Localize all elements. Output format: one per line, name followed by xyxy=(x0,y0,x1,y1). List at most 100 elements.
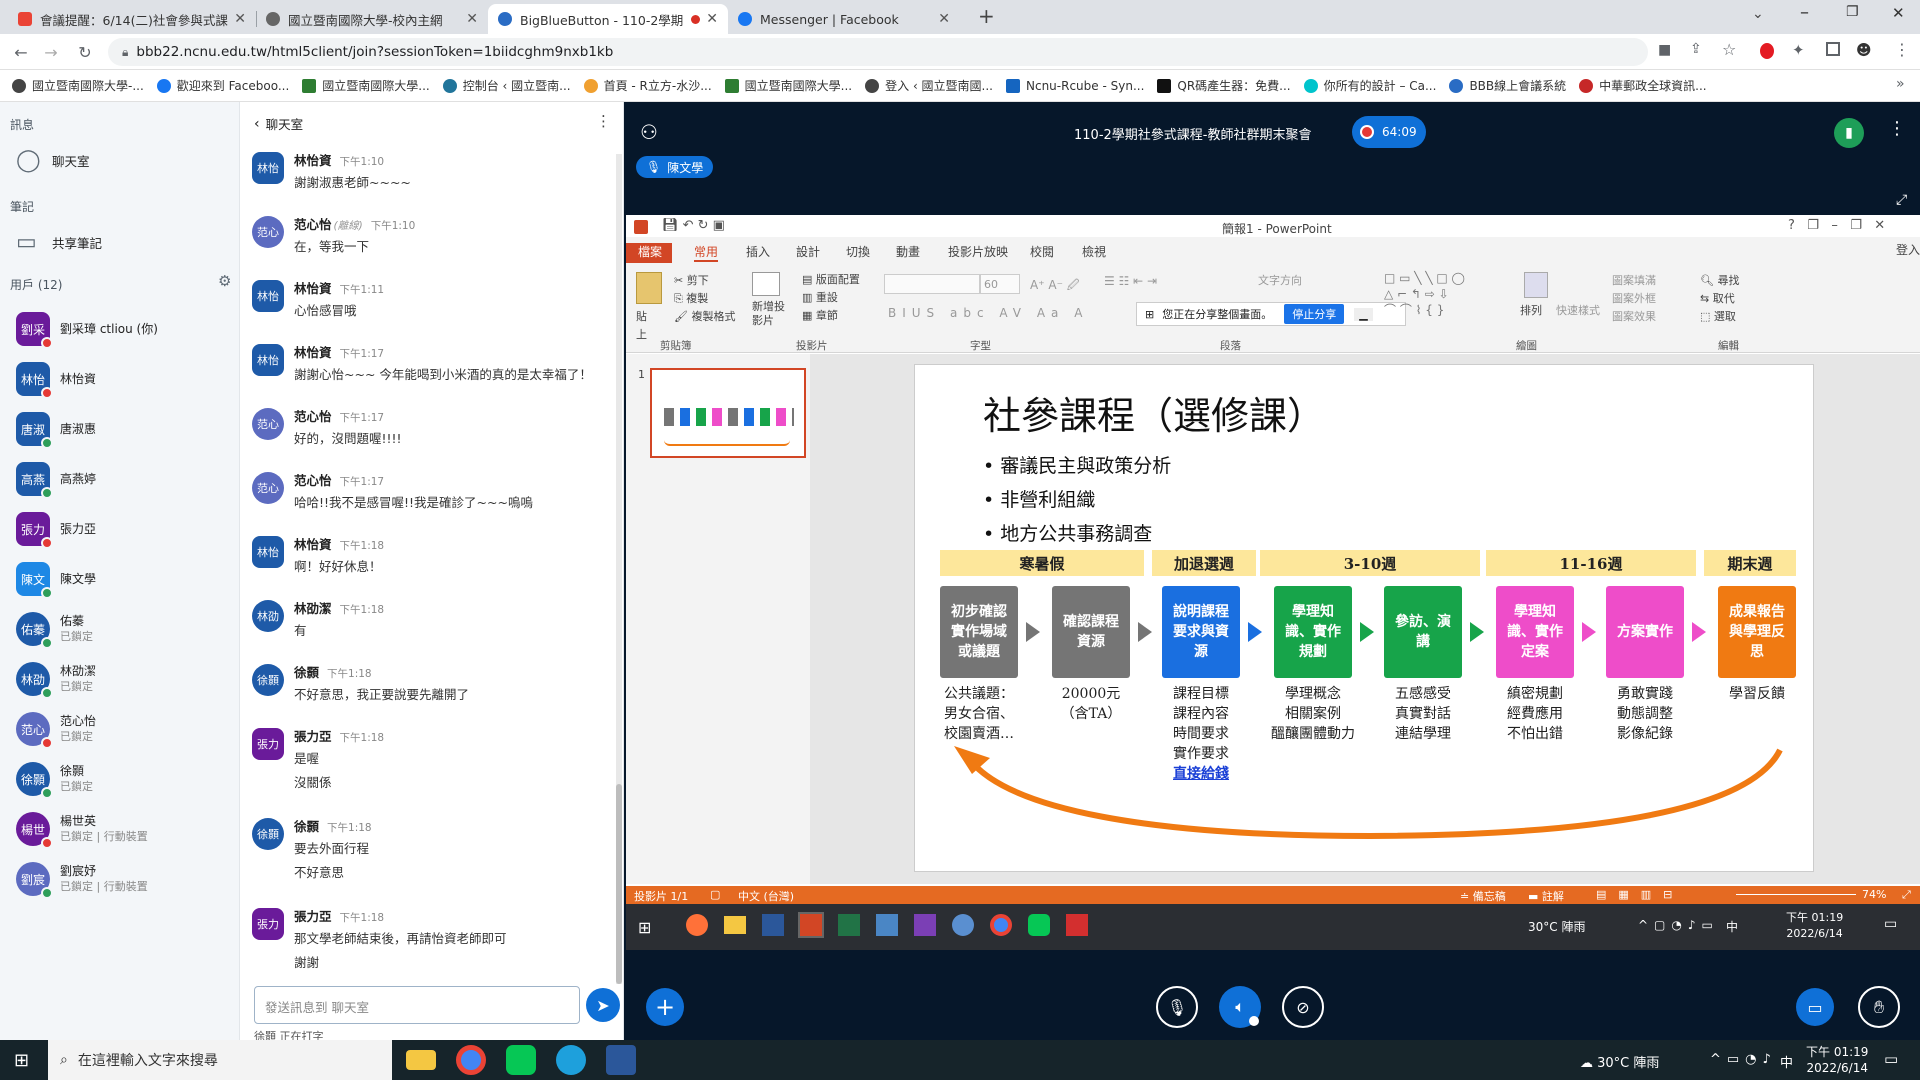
camera-button[interactable]: ⊘ xyxy=(1282,986,1324,1028)
system-tray-icons[interactable]: ^▭◔♪ xyxy=(1710,1052,1777,1067)
user-list-item[interactable]: 陳文 陳文學 xyxy=(16,562,236,599)
user-list-item[interactable]: 高燕 高燕婷 xyxy=(16,462,236,499)
connection-status-icon[interactable]: ▮ xyxy=(1834,118,1864,148)
text-direction-button[interactable]: 文字方向 xyxy=(1258,272,1302,288)
close-tab-icon[interactable]: ✕ xyxy=(466,11,478,27)
minimize-notice-button[interactable]: ▁ xyxy=(1354,307,1373,321)
bookmark-item[interactable]: 登入 ‹ 國立暨南國... xyxy=(865,77,993,94)
internet-explorer-icon[interactable] xyxy=(556,1045,586,1075)
meeting-options-icon[interactable]: ⋮ xyxy=(1888,118,1906,139)
bookmark-item[interactable]: 你所有的設計 – Ca... xyxy=(1303,77,1436,94)
raise-hand-button[interactable]: ✋︎ xyxy=(1858,986,1900,1028)
chrome-taskbar-icon[interactable] xyxy=(456,1045,486,1075)
bookmark-item[interactable]: 國立暨南國際大學... xyxy=(724,77,852,94)
file-explorer-icon[interactable] xyxy=(406,1050,436,1070)
bookmark-item[interactable]: 國立暨南國際大學-... xyxy=(12,77,144,94)
ppt-tab[interactable]: 設計 xyxy=(796,243,820,260)
word-taskbar-icon[interactable] xyxy=(606,1045,636,1075)
section-button[interactable]: ▦ 章節 xyxy=(802,308,838,324)
new-slide-icon[interactable] xyxy=(752,272,780,296)
chat-header[interactable]: ‹ 聊天室 xyxy=(254,114,303,133)
more-bookmarks-icon[interactable]: » xyxy=(1896,76,1905,92)
new-slide-button[interactable]: 新增投影片 xyxy=(752,300,790,328)
bookmark-item[interactable]: 首頁 - R立方-水沙... xyxy=(583,77,712,94)
notification-icon[interactable]: ▭ xyxy=(1884,1050,1898,1068)
user-list-item[interactable]: 楊世 楊世英 已鎖定 | 行動裝置 xyxy=(16,812,236,849)
bookmark-item[interactable]: 國立暨南國際大學... xyxy=(302,77,430,94)
tab-ncnu[interactable]: 國立暨南國際大學-校內主網 ✕ xyxy=(256,4,488,34)
quick-styles-button[interactable]: 快速樣式 xyxy=(1556,302,1600,318)
users-toggle-icon[interactable]: ⚇ xyxy=(640,120,658,144)
bookmark-item[interactable]: 歡迎來到 Faceboo... xyxy=(156,77,289,94)
shapes-gallery[interactable]: □ ▭ ╲ ╲ □ ◯ △ ⌐ ↰ ⇨ ⇩ ⌒ ⌒ ⌇ { } xyxy=(1384,270,1504,322)
chat-message-input[interactable]: 發送訊息到 聊天室 xyxy=(254,986,580,1024)
gear-icon[interactable]: ⚙ xyxy=(218,272,231,290)
ppt-tab[interactable]: 投影片放映 xyxy=(948,243,1008,260)
ime-indicator[interactable]: 中 xyxy=(1780,1052,1793,1071)
windows-start-button[interactable]: ⊞ xyxy=(14,1050,29,1071)
zoom-slider[interactable] xyxy=(1736,894,1856,895)
screen-share-button[interactable]: ▭ xyxy=(1796,988,1834,1026)
stop-sharing-button[interactable]: 停止分享 xyxy=(1284,304,1345,324)
line-taskbar-icon[interactable] xyxy=(506,1045,536,1075)
share-icon[interactable]: ⇪ xyxy=(1690,41,1702,57)
forward-icon[interactable]: → xyxy=(40,41,62,63)
tab-bigbluebutton[interactable]: BigBlueButton - 110-2學期 ✕ xyxy=(488,4,728,34)
arrange-button[interactable]: 排列 xyxy=(1520,302,1542,318)
font-size-select[interactable]: 60 xyxy=(980,274,1020,294)
comments-button[interactable]: ▬ 註解 xyxy=(1528,888,1564,904)
profile-icon[interactable]: ☻ xyxy=(1856,41,1872,59)
user-list-item[interactable]: 林怡 林怡資 xyxy=(16,362,236,399)
ppt-login-link[interactable]: 登入 xyxy=(1896,241,1920,258)
restore-icon[interactable]: ❐ xyxy=(1846,4,1859,20)
tab-gmail[interactable]: 會議提醒：6/14(二)社會參與式課 ✕ xyxy=(8,4,256,34)
spellcheck-icon[interactable]: ▢ xyxy=(710,888,720,901)
tab-messenger[interactable]: Messenger | Facebook ✕ xyxy=(728,4,960,34)
fit-slide-icon[interactable]: ⤢ xyxy=(1902,888,1911,902)
ppt-tab[interactable]: 校閱 xyxy=(1030,243,1054,260)
ppt-tab[interactable]: 切換 xyxy=(846,243,870,260)
user-list-item[interactable]: 徐顥 徐顥 已鎖定 xyxy=(16,762,236,799)
audio-button[interactable]: 🔈︎ xyxy=(1219,986,1261,1028)
tab-search-icon[interactable]: ⌄ xyxy=(1752,6,1764,22)
shape-options[interactable]: 圖案填滿 圖案外框 圖案效果 xyxy=(1612,272,1656,326)
minimize-icon[interactable]: – xyxy=(1800,2,1809,23)
sidepanel-icon[interactable] xyxy=(1826,42,1840,56)
star-icon[interactable]: ☆ xyxy=(1722,40,1736,59)
close-tab-icon[interactable]: ✕ xyxy=(706,11,718,27)
shared-notes-nav-item[interactable]: ▭ 共享筆記 xyxy=(16,230,102,255)
bookmark-item[interactable]: QR碼產生器：免費... xyxy=(1157,77,1291,94)
fullscreen-icon[interactable]: ⤢ xyxy=(1896,192,1907,208)
user-list-item[interactable]: 唐淑 唐淑惠 xyxy=(16,412,236,449)
opera-extension-icon[interactable] xyxy=(1760,43,1774,59)
bookmark-item[interactable]: BBB線上會議系統 xyxy=(1449,77,1566,94)
font-grow-shrink[interactable]: A⁺ A⁻ 🖉︎ xyxy=(1030,276,1080,297)
actions-button[interactable]: + xyxy=(646,988,684,1026)
user-list-item[interactable]: 劉采 劉采璋 ctliou (你) xyxy=(16,312,236,349)
recording-button[interactable]: 64:09 xyxy=(1352,116,1426,148)
chevron-left-icon[interactable]: ‹ xyxy=(254,116,260,132)
send-button[interactable]: ➤ xyxy=(586,988,620,1022)
bookmark-item[interactable]: 控制台 ‹ 國立暨南... xyxy=(442,77,571,94)
taskbar-clock[interactable]: 下午 01:19 2022/6/14 xyxy=(1806,1044,1868,1076)
reload-icon[interactable]: ↻ xyxy=(74,41,96,63)
ppt-tab[interactable]: 動畫 xyxy=(896,243,920,260)
puzzle-icon[interactable]: ✦ xyxy=(1792,41,1805,59)
user-list-item[interactable]: 劉宸 劉宸妤 已鎖定 | 行動裝置 xyxy=(16,862,236,899)
url-field[interactable]: 🔒︎ bbb22.ncnu.edu.tw/html5client/join?se… xyxy=(108,38,1648,66)
ppt-tab[interactable]: 常用 xyxy=(694,243,719,262)
menu-kebab-icon[interactable]: ⋮ xyxy=(1894,40,1910,59)
new-tab-icon[interactable]: + xyxy=(978,4,995,28)
cut-button[interactable]: ✂ 剪下 xyxy=(674,272,709,290)
mute-microphone-button[interactable]: 🎙︎ xyxy=(1156,986,1198,1028)
chat-nav-item[interactable]: ◯ 聊天室 xyxy=(16,148,90,173)
font-format-buttons[interactable]: BIUS abc AV Aa A xyxy=(888,306,1088,320)
user-list-item[interactable]: 佑蓁 佑蓁 已鎖定 xyxy=(16,612,236,649)
quick-access-toolbar[interactable]: 💾︎ ↶ ↻ ▣ xyxy=(662,218,725,233)
back-icon[interactable]: ← xyxy=(10,41,32,63)
taskbar-search-box[interactable]: ⌕ 在這裡輸入文字來搜尋 xyxy=(48,1040,392,1080)
format-painter-button[interactable]: 🖌︎ 複製格式 xyxy=(674,308,735,326)
close-tab-icon[interactable]: ✕ xyxy=(938,11,950,27)
chat-scrollbar[interactable] xyxy=(616,154,622,984)
ppt-window-controls[interactable]: ? ❐ – ❐ ✕ xyxy=(1788,218,1885,233)
